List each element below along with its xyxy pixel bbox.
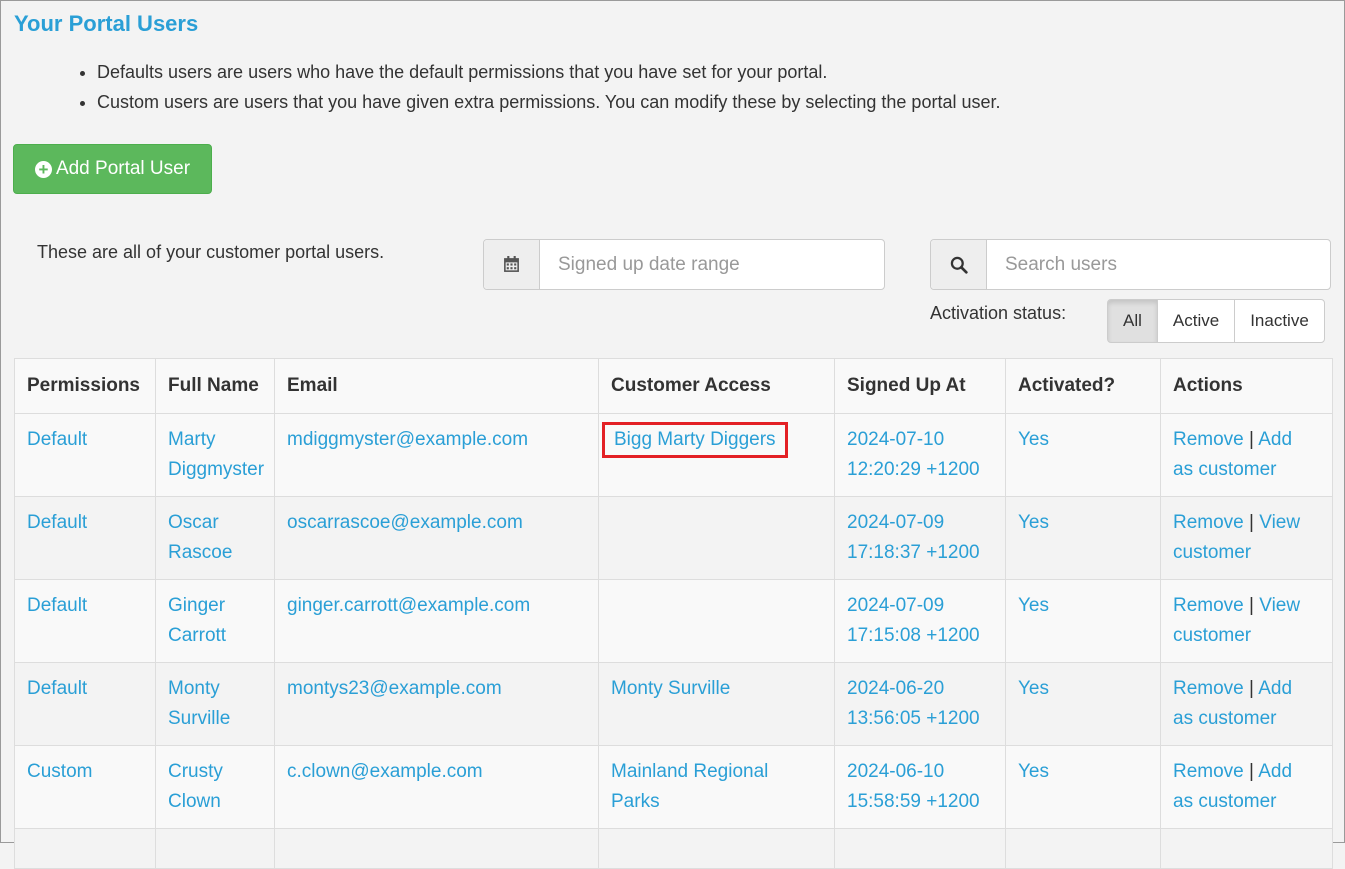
- note-default-users: Defaults users are users who have the de…: [97, 57, 1000, 87]
- date-range-input[interactable]: [540, 240, 884, 289]
- search-users-input[interactable]: [987, 240, 1330, 289]
- name-first: Marty: [168, 429, 216, 450]
- signed-up-time: 13:56:05 +1200: [847, 708, 980, 729]
- email-link[interactable]: ginger.carrott@example.com: [287, 595, 530, 616]
- table-row: Default Oscar Rascoe oscarrascoe@example.…: [14, 496, 1333, 580]
- customer-access-line-2: Parks: [611, 791, 660, 812]
- action-label-2: customer: [1173, 542, 1252, 563]
- name-link[interactable]: Monty Surville: [168, 678, 230, 729]
- add-portal-user-label: Add Portal User: [55, 158, 191, 179]
- action-separator: |: [1249, 512, 1254, 533]
- name-first: Ginger: [168, 595, 226, 616]
- name-link[interactable]: Marty Diggmyster: [168, 429, 264, 480]
- activated-value: Yes: [1018, 678, 1049, 699]
- date-range-group: [483, 239, 885, 290]
- search-group: [930, 239, 1331, 290]
- name-last: Carrott: [168, 625, 227, 646]
- signed-up-time: 15:58:59 +1200: [847, 791, 980, 812]
- activated-value: Yes: [1018, 512, 1049, 533]
- name-first: Crusty: [168, 761, 223, 782]
- permissions-link[interactable]: Custom: [27, 761, 92, 782]
- permissions-link[interactable]: Default: [27, 512, 87, 533]
- name-link[interactable]: Oscar Rascoe: [168, 512, 232, 563]
- header-email[interactable]: Email: [274, 358, 599, 414]
- signed-up-time: 17:15:08 +1200: [847, 625, 980, 646]
- permissions-link[interactable]: Default: [27, 678, 87, 699]
- activation-all-button[interactable]: All: [1107, 299, 1158, 343]
- action-label-2: customer: [1173, 625, 1252, 646]
- action-label-1: Add: [1258, 761, 1293, 782]
- remove-link[interactable]: Remove: [1173, 761, 1244, 782]
- email-link[interactable]: mdiggmyster@example.com: [287, 429, 528, 450]
- table-header-row: Permissions Full Name Email Customer Acc…: [14, 358, 1333, 414]
- intro-text: These are all of your customer portal us…: [37, 242, 385, 262]
- add-portal-user-button[interactable]: + Add Portal User: [13, 144, 212, 194]
- action-separator: |: [1249, 429, 1254, 450]
- remove-link[interactable]: Remove: [1173, 595, 1244, 616]
- signed-up-date: 2024-06-10: [847, 761, 945, 782]
- activation-active-button[interactable]: Active: [1156, 299, 1236, 343]
- search-icon[interactable]: [931, 240, 987, 289]
- calendar-icon[interactable]: [484, 240, 540, 289]
- activation-inactive-button[interactable]: Inactive: [1234, 299, 1325, 343]
- name-last: Surville: [168, 708, 231, 729]
- remove-link[interactable]: Remove: [1173, 429, 1244, 450]
- note-custom-users: Custom users are users that you have giv…: [97, 87, 1000, 117]
- permissions-link[interactable]: Default: [27, 595, 87, 616]
- activated-value: Yes: [1018, 429, 1049, 450]
- action-label-1: View: [1259, 512, 1301, 533]
- table-row: Custom Crusty Clown c.clown@example.com M…: [14, 745, 1333, 829]
- action-label-2: as customer: [1173, 708, 1277, 729]
- table-row-partial: [14, 828, 1333, 869]
- remove-link[interactable]: Remove: [1173, 512, 1244, 533]
- signed-up-date: 2024-06-20: [847, 678, 945, 699]
- header-activated[interactable]: Activated?: [1005, 358, 1161, 414]
- signed-up-time: 12:20:29 +1200: [847, 459, 980, 480]
- header-signed-up-at[interactable]: Signed Up At: [834, 358, 1006, 414]
- activation-status-toggle: All Active Inactive: [1107, 299, 1325, 343]
- email-link[interactable]: montys23@example.com: [287, 678, 502, 699]
- action-label-1: View: [1259, 595, 1301, 616]
- table-row: Default Ginger Carrott ginger.carrott@exa…: [14, 579, 1333, 663]
- signed-up-date: 2024-07-09: [847, 595, 945, 616]
- table-row: Default Marty Diggmyster mdiggmyster@exam…: [14, 413, 1333, 497]
- signed-up-time: 17:18:37 +1200: [847, 542, 980, 563]
- permissions-link[interactable]: Default: [27, 429, 87, 450]
- name-first: Monty: [168, 678, 220, 699]
- action-separator: |: [1249, 678, 1254, 699]
- email-link[interactable]: oscarrascoe@example.com: [287, 512, 523, 533]
- table-row: Default Monty Surville montys23@example.c…: [14, 662, 1333, 746]
- customer-access-line-1: Mainland Regional: [611, 761, 769, 782]
- page-title: Your Portal Users: [14, 11, 199, 36]
- name-first: Oscar: [168, 512, 219, 533]
- customer-access-link[interactable]: Mainland Regional Parks: [611, 761, 768, 812]
- portal-users-table: Permissions Full Name Email Customer Acc…: [14, 358, 1333, 869]
- action-label-2: as customer: [1173, 459, 1277, 480]
- header-permissions[interactable]: Permissions: [14, 358, 156, 414]
- action-label-1: Add: [1258, 429, 1293, 450]
- signed-up-date: 2024-07-10: [847, 429, 945, 450]
- header-full-name[interactable]: Full Name: [155, 358, 275, 414]
- header-customer-access[interactable]: Customer Access: [598, 358, 835, 414]
- action-separator: |: [1249, 595, 1254, 616]
- action-label-2: as customer: [1173, 791, 1277, 812]
- plus-circle-icon: +: [34, 160, 52, 178]
- email-link[interactable]: c.clown@example.com: [287, 761, 483, 782]
- action-separator: |: [1249, 761, 1254, 782]
- activated-value: Yes: [1018, 761, 1049, 782]
- activated-value: Yes: [1018, 595, 1049, 616]
- customer-access-link[interactable]: Bigg Marty Diggers: [602, 422, 788, 458]
- activation-status-label: Activation status:: [930, 303, 1067, 323]
- action-label-1: Add: [1258, 678, 1293, 699]
- notes-list: Defaults users are users who have the de…: [57, 57, 1000, 117]
- name-last: Rascoe: [168, 542, 233, 563]
- name-link[interactable]: Crusty Clown: [168, 761, 223, 812]
- name-last: Clown: [168, 791, 221, 812]
- remove-link[interactable]: Remove: [1173, 678, 1244, 699]
- name-last: Diggmyster: [168, 459, 265, 480]
- name-link[interactable]: Ginger Carrott: [168, 595, 226, 646]
- signed-up-date: 2024-07-09: [847, 512, 945, 533]
- header-actions: Actions: [1160, 358, 1333, 414]
- customer-access-link[interactable]: Monty Surville: [611, 678, 730, 699]
